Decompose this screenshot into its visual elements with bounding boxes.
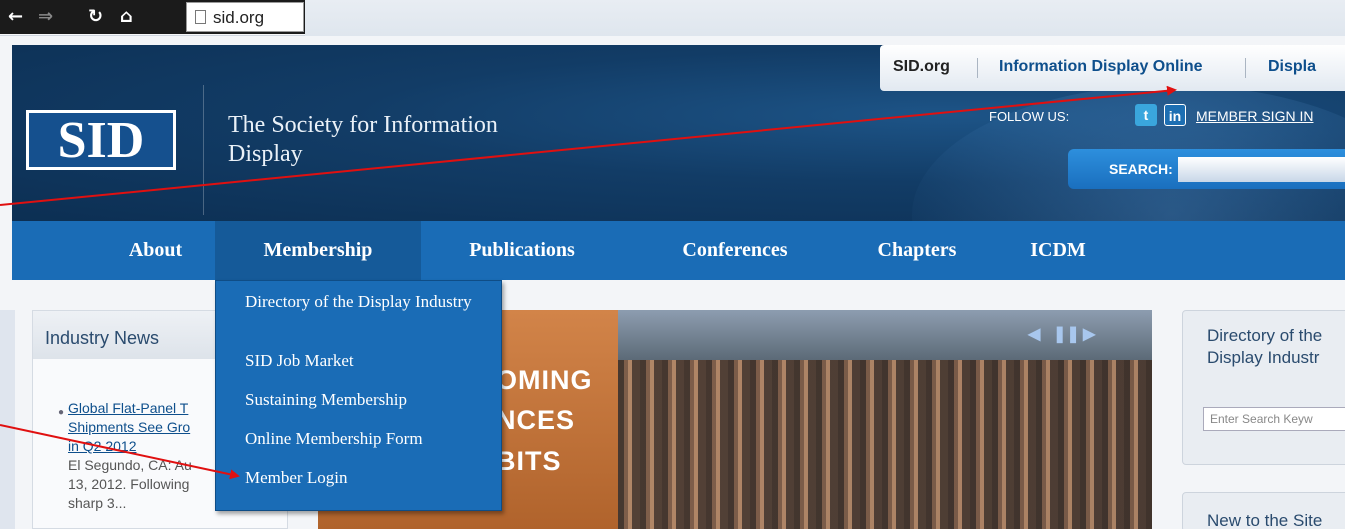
directory-search-input[interactable]: Enter Search Keyw (1203, 407, 1345, 431)
nav-chapters[interactable]: Chapters (852, 221, 982, 280)
news-item-link[interactable]: Global Flat-Panel T Shipments See Gro in… (68, 399, 228, 456)
browser-controls: ← ⇒ ↻ ⌂ sid.org (0, 0, 305, 34)
carousel-next-icon[interactable]: ▶ (1083, 324, 1095, 344)
main-nav: About Membership Publications Conference… (12, 221, 1345, 280)
header-divider (203, 85, 204, 215)
new-to-site-title: New to the Site (1207, 511, 1323, 529)
top-site-nav: SID.org Information Display Online Displ… (880, 45, 1345, 91)
reload-icon[interactable]: ↻ (88, 7, 103, 27)
page-icon (195, 10, 206, 24)
sid-logo[interactable]: SID (26, 110, 176, 170)
industry-news-title: Industry News (45, 328, 160, 348)
news-link-line[interactable]: Shipments See Gro (68, 418, 228, 437)
nav-publications[interactable]: Publications (432, 221, 612, 280)
topnav-divider (1245, 58, 1246, 78)
directory-panel: Directory of the Display Industr Enter S… (1182, 310, 1345, 465)
topnav-information-display-online[interactable]: Information Display Online (999, 58, 1203, 76)
menu-item-directory[interactable]: Directory of the Display Industry (245, 291, 495, 313)
menu-item-sustaining-membership[interactable]: Sustaining Membership (245, 389, 495, 411)
address-text[interactable]: sid.org (213, 8, 264, 28)
search-label: SEARCH: (1109, 161, 1173, 177)
menu-item-job-market[interactable]: SID Job Market (245, 350, 495, 372)
new-to-site-panel: New to the Site (1182, 492, 1345, 529)
site-header: SID.org Information Display Online Displ… (12, 45, 1345, 221)
back-icon[interactable]: ← (8, 7, 23, 27)
forward-icon[interactable]: ⇒ (38, 7, 53, 27)
nav-about[interactable]: About (98, 221, 213, 280)
address-bar[interactable]: sid.org (186, 2, 304, 32)
hero-photo-audience (618, 360, 1152, 529)
news-link-line[interactable]: Global Flat-Panel T (68, 399, 228, 418)
nav-membership[interactable]: Membership (215, 221, 421, 280)
membership-dropdown-menu: Directory of the Display Industry SID Jo… (215, 280, 502, 511)
carousel-pause-icon[interactable]: ❚❚ (1053, 324, 1080, 344)
topnav-sid-org[interactable]: SID.org (893, 58, 950, 76)
hero-text-line: NCES (496, 405, 576, 435)
menu-item-member-login[interactable]: Member Login (245, 467, 495, 489)
logo-text: SID (57, 112, 145, 169)
carousel-prev-icon[interactable]: ◀ (1028, 324, 1040, 344)
search-box: SEARCH: (1068, 149, 1345, 189)
member-sign-in-link[interactable]: MEMBER SIGN IN (1196, 108, 1313, 124)
tab-strip (305, 0, 1345, 36)
hero-text-line: BITS (496, 446, 562, 476)
home-icon[interactable]: ⌂ (120, 7, 133, 27)
linkedin-icon[interactable]: in (1164, 104, 1186, 126)
topnav-display[interactable]: Displa (1268, 58, 1316, 76)
twitter-icon[interactable]: t (1135, 104, 1157, 126)
hero-text-line: OMING (496, 365, 593, 395)
directory-title-line: Directory of the (1207, 326, 1323, 345)
bullet-icon: ● (58, 407, 65, 418)
topnav-divider (977, 58, 978, 78)
follow-us-label: FOLLOW US: (989, 109, 1070, 124)
nav-icdm[interactable]: ICDM (1010, 221, 1106, 280)
nav-conferences[interactable]: Conferences (640, 221, 830, 280)
menu-item-online-membership-form[interactable]: Online Membership Form (245, 428, 495, 450)
news-link-line[interactable]: in Q2 2012 (68, 437, 228, 456)
search-input[interactable] (1178, 157, 1345, 182)
directory-title: Directory of the Display Industr (1207, 325, 1345, 369)
page-background-shape (0, 310, 15, 529)
browser-toolbar: ← ⇒ ↻ ⌂ sid.org (0, 0, 1345, 36)
org-name: The Society for Information Display (228, 112, 498, 167)
directory-title-line: Display Industr (1207, 348, 1320, 367)
